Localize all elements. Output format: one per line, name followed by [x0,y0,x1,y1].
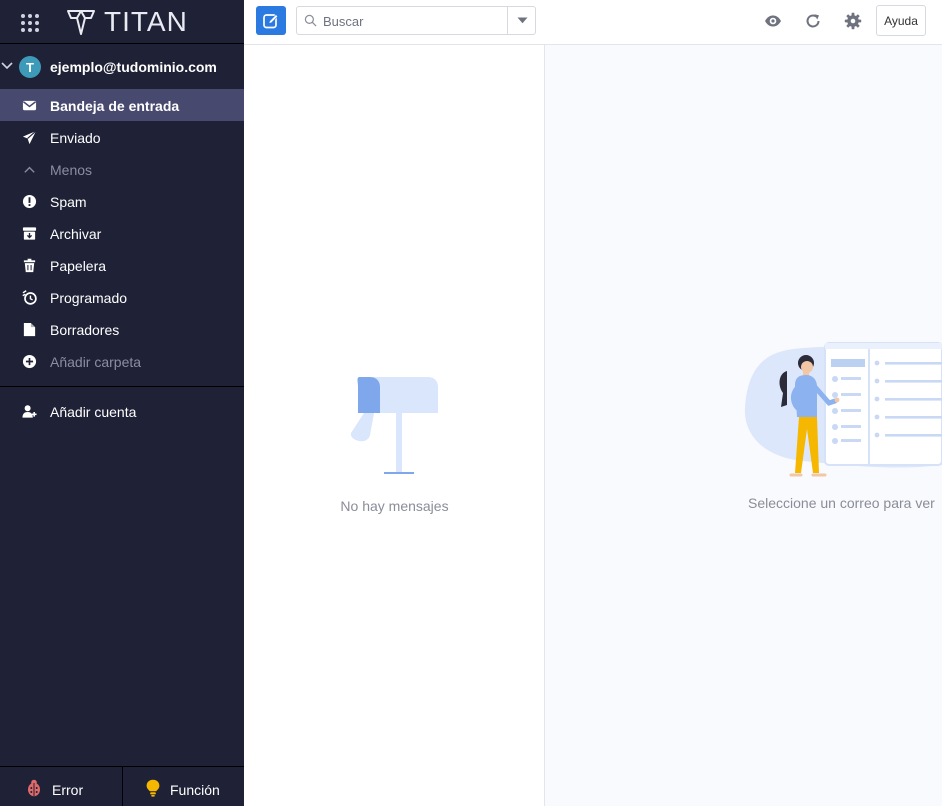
folder-label: Añadir carpeta [50,354,142,370]
account-row[interactable]: T ejemplo@tudominio.com [0,52,244,82]
logo-text: TITAN [104,6,188,37]
compose-button[interactable] [256,6,286,35]
compose-icon [263,13,279,28]
folder-inbox[interactable]: Bandeja de entrada [0,89,244,121]
feature-label: Función [170,782,220,798]
bug-icon [28,779,40,797]
folder-add-folder[interactable]: Añadir carpeta [0,345,244,377]
add-account-label: Añadir cuenta [50,404,137,420]
titan-logo: TITAN [66,6,188,38]
titan-logo-mark-icon [67,10,95,35]
search-icon [304,14,317,27]
folder-label: Archivar [50,226,102,242]
report-error-button[interactable]: Error [0,767,122,806]
search-input[interactable] [323,12,503,30]
folder-drafts[interactable]: Borradores [0,313,244,345]
folder-sent[interactable]: Enviado [0,121,244,153]
trash-icon [23,258,36,273]
avatar: T [19,56,41,78]
spam-icon [22,194,37,209]
lightbulb-icon [146,779,160,797]
folder-label: Enviado [50,130,101,146]
gear-icon[interactable] [844,12,862,30]
message-list-pane [244,45,545,806]
eye-icon[interactable] [764,12,782,30]
folder-archive[interactable]: Archivar [0,217,244,249]
reading-pane [545,45,942,806]
draft-icon [23,322,36,337]
add-folder-icon [22,354,37,369]
clock-icon [22,290,37,305]
folder-label: Borradores [50,322,120,338]
add-user-icon [22,405,37,418]
help-button[interactable]: Ayuda [876,5,926,36]
inbox-icon [22,100,37,111]
refresh-icon[interactable] [804,12,822,30]
caret-down-icon [517,17,527,24]
folder-trash[interactable]: Papelera [0,249,244,281]
sidebar-footer: Error Función [0,766,244,806]
sidebar: TITAN T ejemplo@tudominio.com Bandeja de… [0,0,244,806]
apps-grid-icon[interactable] [21,14,39,32]
folder-spam[interactable]: Spam [0,185,244,217]
sidebar-divider [0,386,244,387]
folder-less-toggle[interactable]: Menos [0,153,244,185]
error-label: Error [52,782,84,798]
chevron-up-icon [24,166,35,173]
folder-label: Bandeja de entrada [50,98,180,114]
search-box[interactable] [296,6,536,35]
toolbar: Ayuda [244,0,942,45]
empty-reading-message: Seleccione un correo para ver [748,495,935,511]
empty-mailbox-illustration [350,377,438,474]
search-options-button[interactable] [507,7,536,34]
folder-label: Programado [50,290,128,306]
folder-scheduled[interactable]: Programado [0,281,244,313]
suggest-feature-button[interactable]: Función [122,767,244,806]
send-icon [22,130,37,145]
folder-label: Papelera [50,258,107,274]
account-email: ejemplo@tudominio.com [50,59,217,75]
chevron-down-icon[interactable] [0,59,14,73]
folder-label: Menos [50,162,93,178]
brand-bar: TITAN [0,0,244,44]
folder-label: Spam [50,194,87,210]
add-account-button[interactable]: Añadir cuenta [0,395,244,427]
select-email-illustration [744,342,942,477]
empty-list-message: No hay mensajes [340,498,449,514]
archive-icon [22,227,37,240]
